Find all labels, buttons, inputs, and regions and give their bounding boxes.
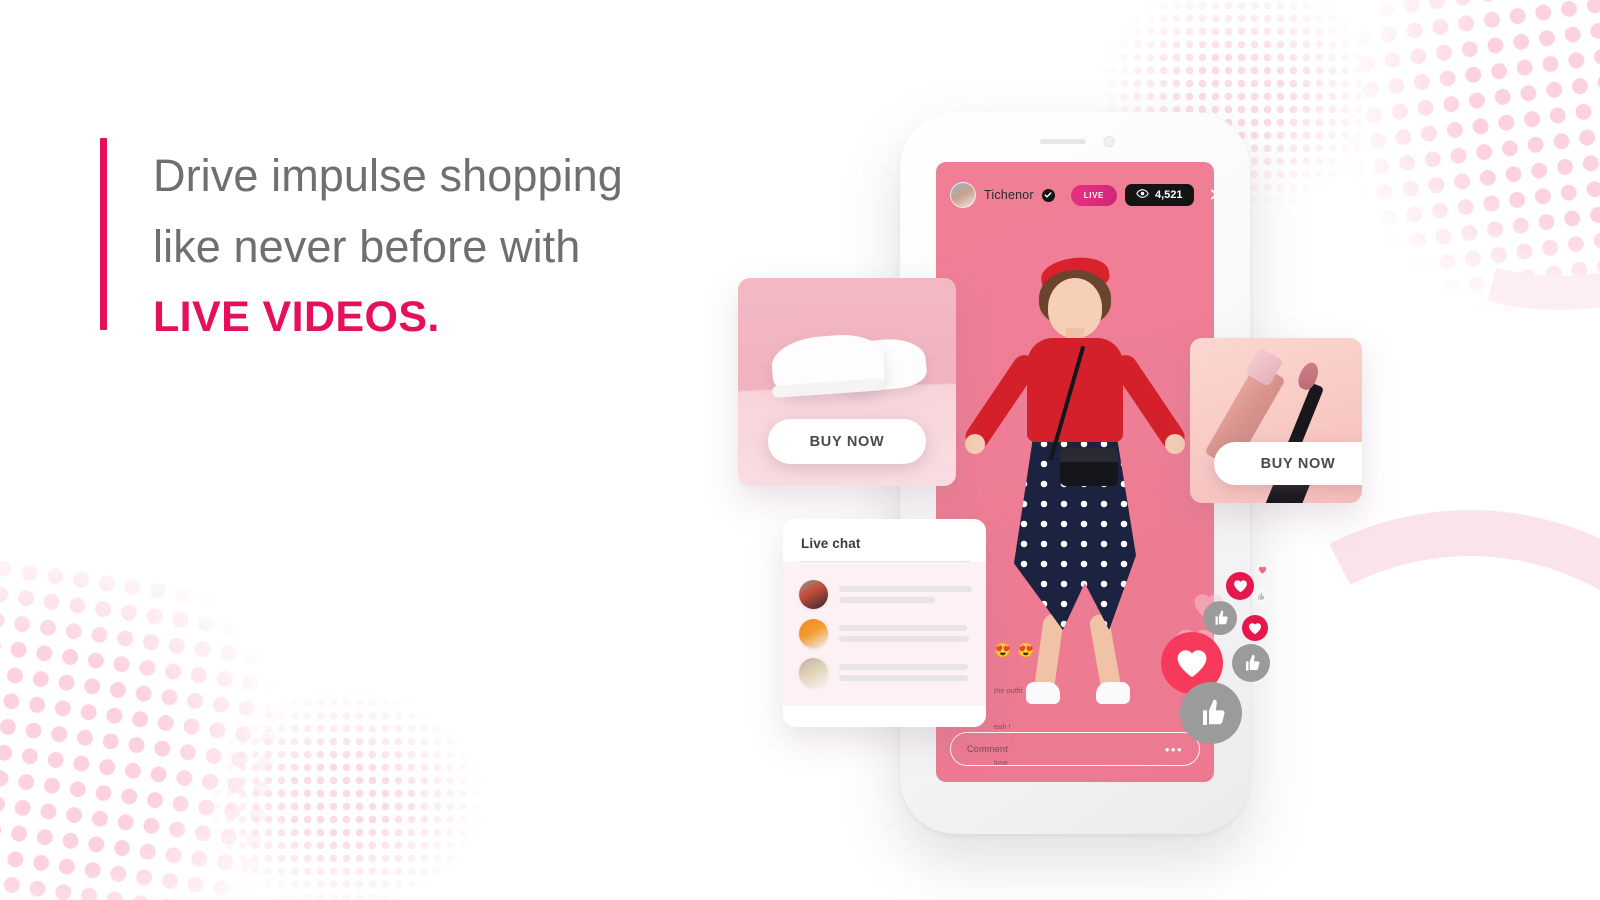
streamer-username[interactable]: Tichenor: [984, 188, 1034, 202]
verified-badge-icon: [1041, 188, 1055, 202]
feed-emoji-reactions: 😍 😍: [994, 642, 1036, 658]
reaction-thumb-small-icon: [1252, 588, 1268, 604]
live-chat-title: Live chat: [801, 536, 861, 551]
buy-now-button-lipgloss[interactable]: BUY NOW: [1214, 442, 1362, 485]
avatar: [799, 658, 828, 687]
list-item[interactable]: [783, 614, 986, 653]
product-card-lipgloss[interactable]: BUY NOW: [1190, 338, 1362, 503]
viewer-count-badge: 4,521: [1124, 184, 1194, 206]
page-title: Drive impulse shopping like never before…: [153, 138, 623, 353]
list-item[interactable]: [783, 575, 986, 614]
live-chat-messages: [783, 562, 986, 706]
viewer-count-value: 4,521: [1154, 189, 1183, 201]
phone-front-camera: [1103, 136, 1115, 147]
reaction-thumbs-up-large-icon[interactable]: [1180, 682, 1242, 744]
phone-speaker-grille: [1040, 139, 1086, 144]
feed-note-1: the outfit: [994, 686, 1023, 695]
accent-bar: [100, 138, 107, 330]
live-badge: LIVE: [1070, 184, 1117, 206]
stream-header: Tichenor LIVE 4,521 ✕: [950, 182, 1214, 208]
comment-placeholder: Comment: [967, 744, 1009, 754]
reaction-heart-small-icon: [1254, 562, 1270, 578]
comment-input[interactable]: Comment •••: [950, 732, 1200, 766]
feed-note-2: eah !: [994, 722, 1011, 731]
buy-now-button-shoes[interactable]: BUY NOW: [768, 419, 926, 464]
close-icon[interactable]: ✕: [1209, 186, 1215, 204]
eye-icon: [1136, 189, 1149, 201]
streamer-avatar[interactable]: [950, 182, 976, 208]
reaction-heart-icon[interactable]: [1226, 572, 1254, 600]
list-item[interactable]: [783, 653, 986, 692]
headline-line-1: Drive impulse shopping: [153, 150, 623, 201]
halftone-dots-fine-bottom-left: [210, 670, 540, 900]
live-chat-panel: Live chat: [783, 519, 986, 727]
reaction-heart-icon[interactable]: [1242, 615, 1268, 641]
avatar: [799, 580, 828, 609]
product-card-shoes[interactable]: BUY NOW: [738, 278, 956, 486]
halftone-dots-bottom-left: [0, 543, 470, 900]
more-options-icon[interactable]: •••: [1165, 742, 1183, 757]
headline-line-2: like never before with: [153, 221, 581, 272]
headline-line-3: LIVE VIDEOS.: [153, 293, 440, 341]
avatar: [799, 619, 828, 648]
hero-headline-block: Drive impulse shopping like never before…: [100, 138, 623, 353]
reaction-thumbs-up-icon[interactable]: [1232, 644, 1270, 682]
reaction-thumbs-up-icon[interactable]: [1203, 601, 1237, 635]
